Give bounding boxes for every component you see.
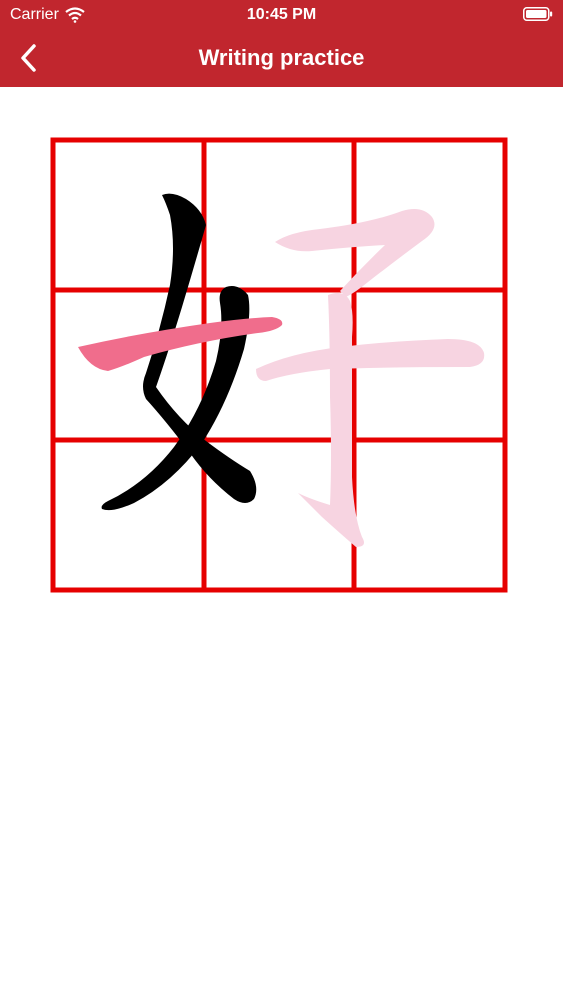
status-time: 10:45 PM	[246, 6, 317, 23]
active-stroke-group	[78, 317, 283, 371]
practice-grid[interactable]	[50, 137, 508, 593]
status-bar: Carrier 10:45 PM	[0, 0, 563, 30]
battery-icon	[523, 7, 553, 21]
writing-canvas[interactable]	[50, 137, 508, 593]
stroke-3-active	[78, 317, 283, 371]
pending-strokes	[256, 209, 485, 547]
page-title: Writing practice	[198, 45, 365, 70]
navigation-bar: Writing practice	[0, 30, 563, 87]
stroke-6	[256, 339, 485, 381]
